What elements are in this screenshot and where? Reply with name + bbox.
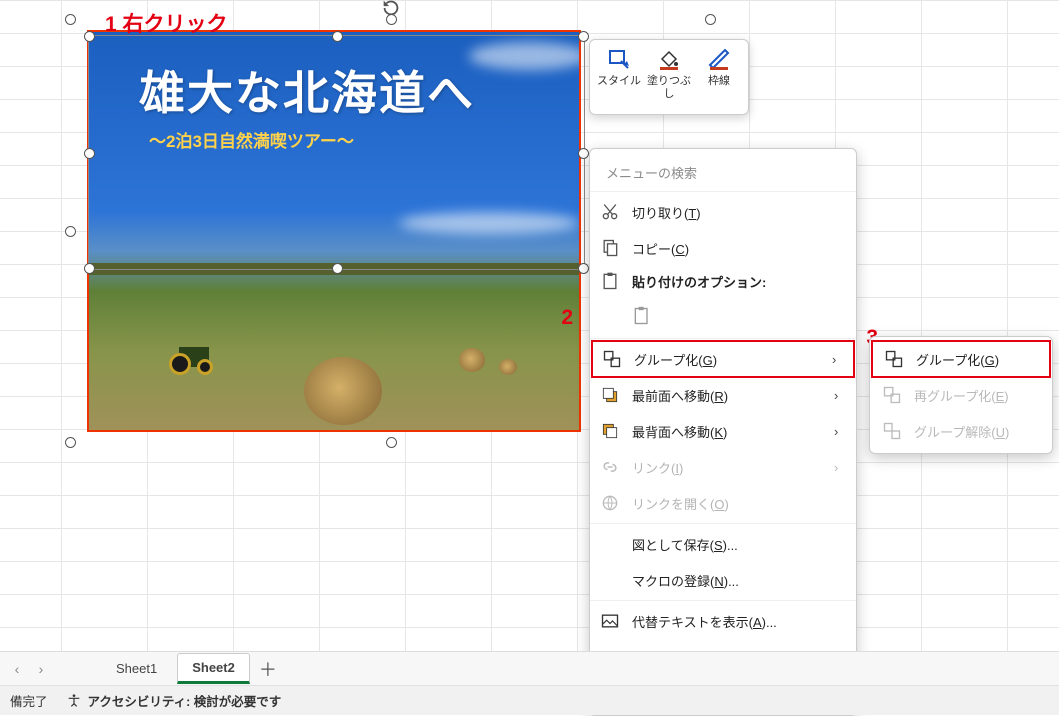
menu-paste-label: 貼り付けのオプション:: [632, 272, 846, 291]
menu-open-link: リンクを開く(O): [590, 485, 856, 521]
annotation-1: 1 右クリック: [105, 8, 228, 38]
style-button[interactable]: スタイル: [596, 46, 642, 112]
group-icon: [884, 349, 904, 369]
selected-image-area[interactable]: 雄大な北海道へ ～2泊3日自然満喫ツアー～ 1 右クリック 2 3: [87, 30, 581, 432]
sheet-tab-2[interactable]: Sheet2: [177, 653, 250, 684]
menu-bring-front[interactable]: 最前面へ移動(R) ›: [590, 377, 856, 413]
paste-option-default[interactable]: [590, 296, 856, 336]
submenu-group-label: グループ化(G): [916, 350, 999, 369]
copy-icon: [600, 238, 620, 258]
context-menu: メニューの検索 切り取り(T) コピー(C) 貼り付けのオプション: グループ化…: [589, 148, 857, 716]
menu-open-link-label: リンクを開く(O): [632, 494, 846, 513]
menu-search[interactable]: メニューの検索: [598, 157, 848, 187]
outline-label: 枠線: [708, 75, 730, 88]
chevron-right-icon: ›: [834, 424, 846, 439]
add-sheet-button[interactable]: ＋: [256, 656, 280, 682]
menu-copy-label: コピー(C): [632, 239, 846, 258]
menu-alt-text-label: 代替テキストを表示(A)...: [632, 612, 846, 631]
menu-cut-label: 切り取り(T): [632, 203, 846, 222]
status-bar: 備完了 アクセシビリティ: 検討が必要です: [0, 685, 1059, 715]
submenu-group[interactable]: グループ化(G): [872, 341, 1050, 377]
menu-send-back[interactable]: 最背面へ移動(K) ›: [590, 413, 856, 449]
image-title: 雄大な北海道へ: [139, 57, 475, 123]
alt-text-icon: [600, 611, 620, 631]
sheet-tab-bar: ‹ › Sheet1 Sheet2 ＋: [0, 651, 1059, 685]
sheet-nav-prev[interactable]: ‹: [8, 661, 26, 677]
menu-bring-front-label: 最前面へ移動(R): [632, 386, 822, 405]
accessibility-status[interactable]: アクセシビリティ: 検討が必要です: [66, 691, 282, 710]
menu-macro-label: マクロの登録(N)...: [632, 571, 846, 590]
paste-icon: [600, 271, 620, 291]
submenu-ungroup-label: グループ解除(U): [914, 422, 1009, 441]
open-link-icon: [600, 493, 620, 513]
status-ready: 備完了: [10, 691, 48, 710]
menu-link: リンク(I) ›: [590, 449, 856, 485]
image-subtitle: ～2泊3日自然満喫ツアー～: [149, 127, 354, 152]
menu-paste-options: 貼り付けのオプション:: [590, 266, 856, 296]
sheet-tab-1[interactable]: Sheet1: [102, 655, 171, 682]
outline-button[interactable]: 枠線: [696, 46, 742, 112]
send-back-icon: [600, 421, 620, 441]
fill-icon: [654, 46, 684, 72]
photo-hokkaido: 雄大な北海道へ ～2泊3日自然満喫ツアー～: [89, 32, 579, 430]
menu-send-back-label: 最背面へ移動(K): [632, 422, 822, 441]
submenu-regroup: 再グループ化(E): [870, 377, 1052, 413]
ungroup-icon: [882, 421, 902, 441]
menu-assign-macro[interactable]: マクロの登録(N)...: [590, 562, 856, 598]
accessibility-icon: [66, 693, 82, 709]
accessibility-label: アクセシビリティ: 検討が必要です: [88, 691, 282, 710]
menu-alt-text[interactable]: 代替テキストを表示(A)...: [590, 603, 856, 639]
style-label: スタイル: [597, 75, 641, 88]
annotation-2: 2: [561, 306, 573, 330]
sheet-nav-next[interactable]: ›: [32, 661, 50, 677]
regroup-icon: [882, 385, 902, 405]
mini-format-toolbar: スタイル 塗りつぶし 枠線: [589, 39, 749, 115]
clipboard-icon: [632, 306, 652, 326]
style-icon: [604, 46, 634, 72]
chevron-right-icon: ›: [832, 352, 844, 367]
fill-button[interactable]: 塗りつぶし: [646, 46, 692, 112]
menu-cut[interactable]: 切り取り(T): [590, 194, 856, 230]
menu-group-label: グループ化(G): [634, 350, 820, 369]
menu-copy[interactable]: コピー(C): [590, 230, 856, 266]
menu-save-pic-label: 図として保存(S)...: [632, 535, 846, 554]
menu-link-label: リンク(I): [632, 458, 822, 477]
bring-front-icon: [600, 385, 620, 405]
submenu-regroup-label: 再グループ化(E): [914, 386, 1009, 405]
fill-label: 塗りつぶし: [646, 75, 692, 101]
chevron-right-icon: ›: [834, 388, 846, 403]
outline-icon: [704, 46, 734, 72]
group-submenu: グループ化(G) 再グループ化(E) グループ解除(U): [869, 336, 1053, 454]
chevron-right-icon: ›: [834, 460, 846, 475]
group-icon: [602, 349, 622, 369]
submenu-ungroup: グループ解除(U): [870, 413, 1052, 449]
cut-icon: [600, 202, 620, 222]
link-icon: [600, 457, 620, 477]
menu-group[interactable]: グループ化(G) ›: [592, 341, 854, 377]
menu-save-as-picture[interactable]: 図として保存(S)...: [590, 526, 856, 562]
